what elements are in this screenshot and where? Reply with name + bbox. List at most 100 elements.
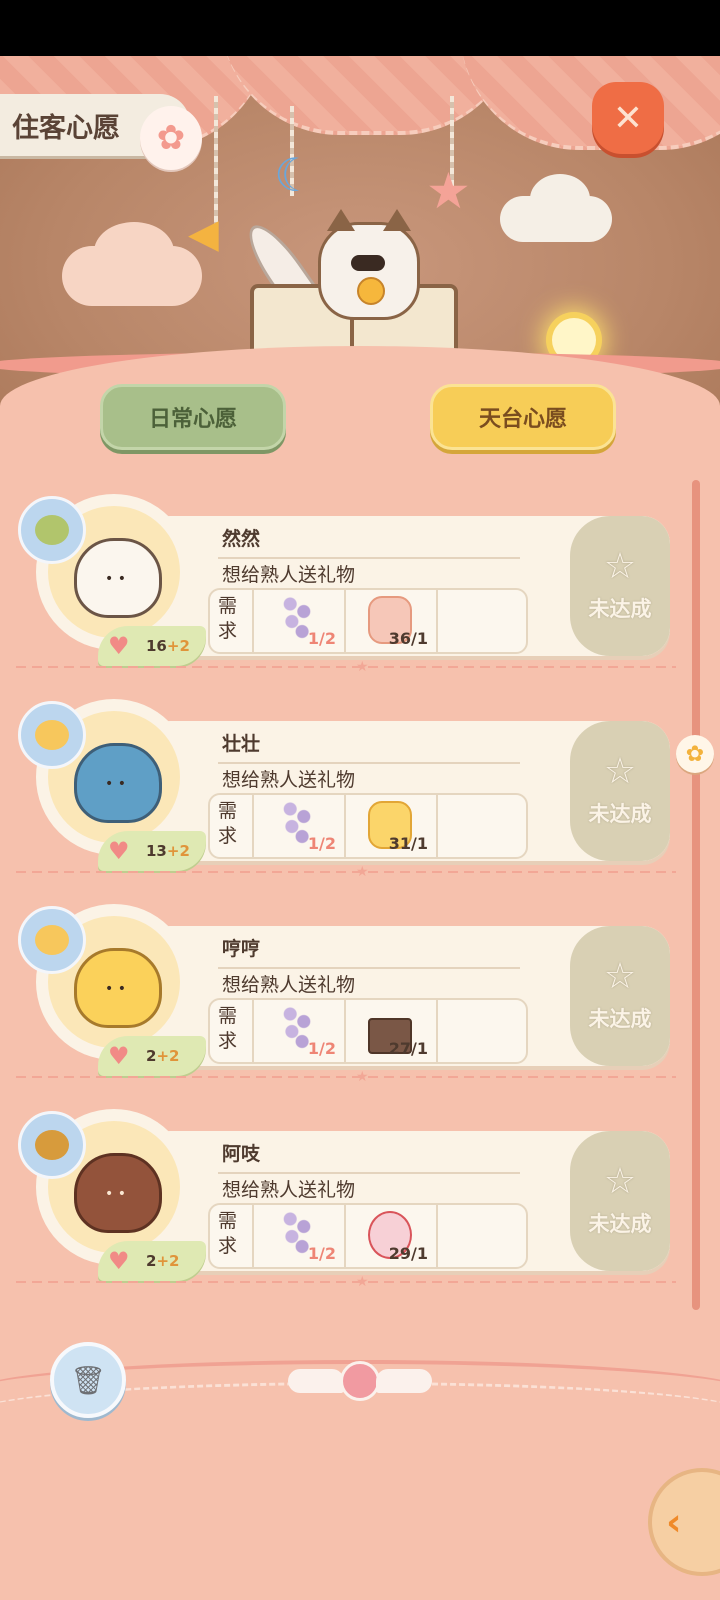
heart-icon: ♥ [108, 632, 130, 660]
wish-status[interactable]: ☆ 未达成 [570, 516, 670, 656]
avatar-face: • • [105, 981, 126, 997]
required-item[interactable]: 36/1 [348, 594, 432, 648]
back-button[interactable]: ‹ [648, 1468, 720, 1576]
separator [344, 1205, 346, 1267]
wish-panel: 壮壮 想给熟人送礼物 需求 1/2 31/1 ☆ 未达成 [150, 721, 670, 861]
affinity-badge: ♥ 2+2 [98, 1036, 206, 1076]
status-label: 未达成 [588, 597, 652, 621]
title-tag: 住客心愿 ✿ [0, 94, 202, 170]
separator [436, 1000, 438, 1062]
wish-status[interactable]: ☆ 未达成 [570, 1131, 670, 1271]
wish-status[interactable]: ☆ 未达成 [570, 926, 670, 1066]
card-divider: ★ [16, 1069, 676, 1085]
required-item[interactable]: 27/1 [348, 1004, 432, 1058]
cat-ear [383, 209, 411, 231]
cat-mascot [318, 209, 420, 320]
tab-rooftop-wishes[interactable]: 天台心愿 [430, 384, 616, 450]
scrollbar-paw-handle-icon[interactable]: ✿ [676, 735, 714, 773]
guest-avatar[interactable]: • • [74, 743, 162, 823]
tab-label: 天台心愿 [478, 407, 567, 432]
requirement-label: 需求 [218, 1210, 238, 1257]
star-ornament-icon: ★ [426, 162, 471, 220]
separator [344, 590, 346, 652]
avatar-face: • • [105, 571, 126, 587]
affinity-badge: ♥ 2+2 [98, 1241, 206, 1281]
heart-gem [340, 1361, 380, 1401]
affinity-badge: ♥ 16+2 [98, 626, 206, 666]
heart-icon: ♥ [108, 1247, 130, 1275]
required-item[interactable]: 29/1 [348, 1209, 432, 1263]
page-title: 住客心愿 [12, 112, 120, 144]
wish-status[interactable]: ☆ 未达成 [570, 721, 670, 861]
guest-name: 壮壮 [222, 733, 261, 755]
trash-can-icon: 🗑 [70, 1363, 106, 1397]
guest-name: 哼哼 [222, 938, 261, 960]
wish-panel: 哼哼 想给熟人送礼物 需求 1/2 27/1 ☆ 未达成 [150, 926, 670, 1066]
affinity-value: 2+2 [146, 1252, 180, 1270]
required-item[interactable]: 1/2 [256, 799, 340, 853]
required-item[interactable]: 1/2 [256, 1004, 340, 1058]
frog-badge-icon [35, 515, 69, 545]
separator [436, 795, 438, 857]
required-item[interactable]: 31/1 [348, 799, 432, 853]
required-item[interactable]: 1/2 [256, 594, 340, 648]
close-button[interactable]: ✕ [592, 82, 664, 154]
star-outline-icon: ☆ [603, 751, 637, 792]
affinity-value: 2+2 [146, 1047, 180, 1065]
guest-avatar[interactable]: • • [74, 1153, 162, 1233]
name-underline [218, 762, 520, 764]
separator [436, 590, 438, 652]
item-quantity: 36/1 [388, 629, 428, 648]
guest-avatar[interactable]: • • [74, 948, 162, 1028]
affinity-badge: ♥ 13+2 [98, 831, 206, 871]
item-quantity: 1/2 [307, 1244, 336, 1263]
required-item[interactable]: 1/2 [256, 1209, 340, 1263]
wish-card: 阿吱 想给熟人送礼物 需求 1/2 29/1 ☆ 未达成 • • ♥ 2+2 ★ [0, 1093, 720, 1290]
item-quantity: 1/2 [307, 1039, 336, 1058]
item-quantity: 29/1 [388, 1244, 428, 1263]
tab-daily-wishes[interactable]: 日常心愿 [100, 384, 286, 450]
wish-text: 想给熟人送礼物 [222, 974, 356, 996]
wish-list[interactable]: 然然 想给熟人送礼物 需求 1/2 36/1 ☆ 未达成 • • ♥ 16+2 … [0, 470, 720, 1310]
dog-badge-icon [35, 720, 69, 750]
card-divider: ★ [16, 864, 676, 880]
cloud-left-top [94, 222, 174, 282]
wish-card: 壮壮 想给熟人送礼物 需求 1/2 31/1 ☆ 未达成 • • ♥ 13+2 … [0, 683, 720, 880]
requirement-box: 需求 1/2 31/1 [208, 793, 528, 859]
guest-name: 阿吱 [222, 1143, 261, 1165]
guest-avatar[interactable]: • • [74, 538, 162, 618]
bow-tie [351, 255, 385, 271]
coin-icon [357, 277, 385, 305]
trash-button[interactable]: 🗑 [50, 1342, 126, 1418]
heart-icon: ♥ [108, 1042, 130, 1070]
affinity-value: 13+2 [146, 842, 190, 860]
separator [252, 1000, 254, 1062]
item-quantity: 27/1 [388, 1039, 428, 1058]
rain-cloud-top [530, 174, 590, 224]
separator [252, 795, 254, 857]
status-label: 未达成 [588, 802, 652, 826]
dog-badge-icon [35, 925, 69, 955]
wing-left [288, 1369, 344, 1393]
star-outline-icon: ☆ [603, 546, 637, 587]
tab-label: 日常心愿 [148, 407, 237, 432]
wish-text: 想给熟人送礼物 [222, 564, 356, 586]
status-label: 未达成 [588, 1212, 652, 1236]
item-quantity: 1/2 [307, 629, 336, 648]
requirement-box: 需求 1/2 29/1 [208, 1203, 528, 1269]
curtain-right [460, 56, 720, 150]
fish-ornament-icon: ◀ [188, 211, 219, 257]
sunflower-badge-icon [35, 1130, 69, 1160]
wing-right [376, 1369, 432, 1393]
wish-card: 然然 想给熟人送礼物 需求 1/2 36/1 ☆ 未达成 • • ♥ 16+2 … [0, 478, 720, 675]
wish-text: 想给熟人送礼物 [222, 1179, 356, 1201]
species-badge [18, 496, 86, 564]
scrollbar-track[interactable] [692, 480, 700, 1310]
status-label: 未达成 [588, 1007, 652, 1031]
wish-panel: 阿吱 想给熟人送礼物 需求 1/2 29/1 ☆ 未达成 [150, 1131, 670, 1271]
name-underline [218, 967, 520, 969]
wish-text: 想给熟人送礼物 [222, 769, 356, 791]
system-status-bar [0, 0, 720, 56]
avatar-face: • • [105, 1186, 126, 1202]
requirement-label: 需求 [218, 800, 238, 847]
